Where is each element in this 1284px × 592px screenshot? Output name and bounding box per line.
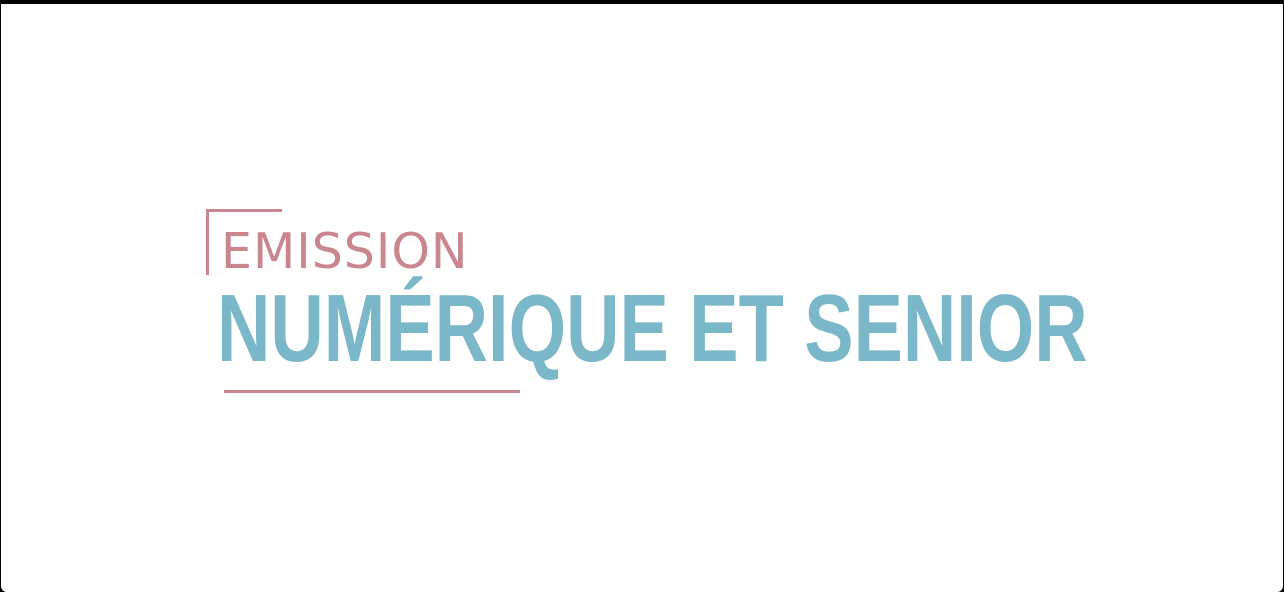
show-title: NUMÉRIQUE ET SENIOR bbox=[217, 275, 1088, 382]
video-frame: EMISSION NUMÉRIQUE ET SENIOR bbox=[0, 0, 1284, 592]
corner-bracket-top bbox=[206, 209, 282, 212]
title-underline bbox=[224, 390, 520, 393]
title-card: EMISSION NUMÉRIQUE ET SENIOR bbox=[1, 4, 1283, 592]
show-kicker: EMISSION bbox=[221, 223, 469, 280]
corner-bracket-left bbox=[206, 209, 209, 275]
